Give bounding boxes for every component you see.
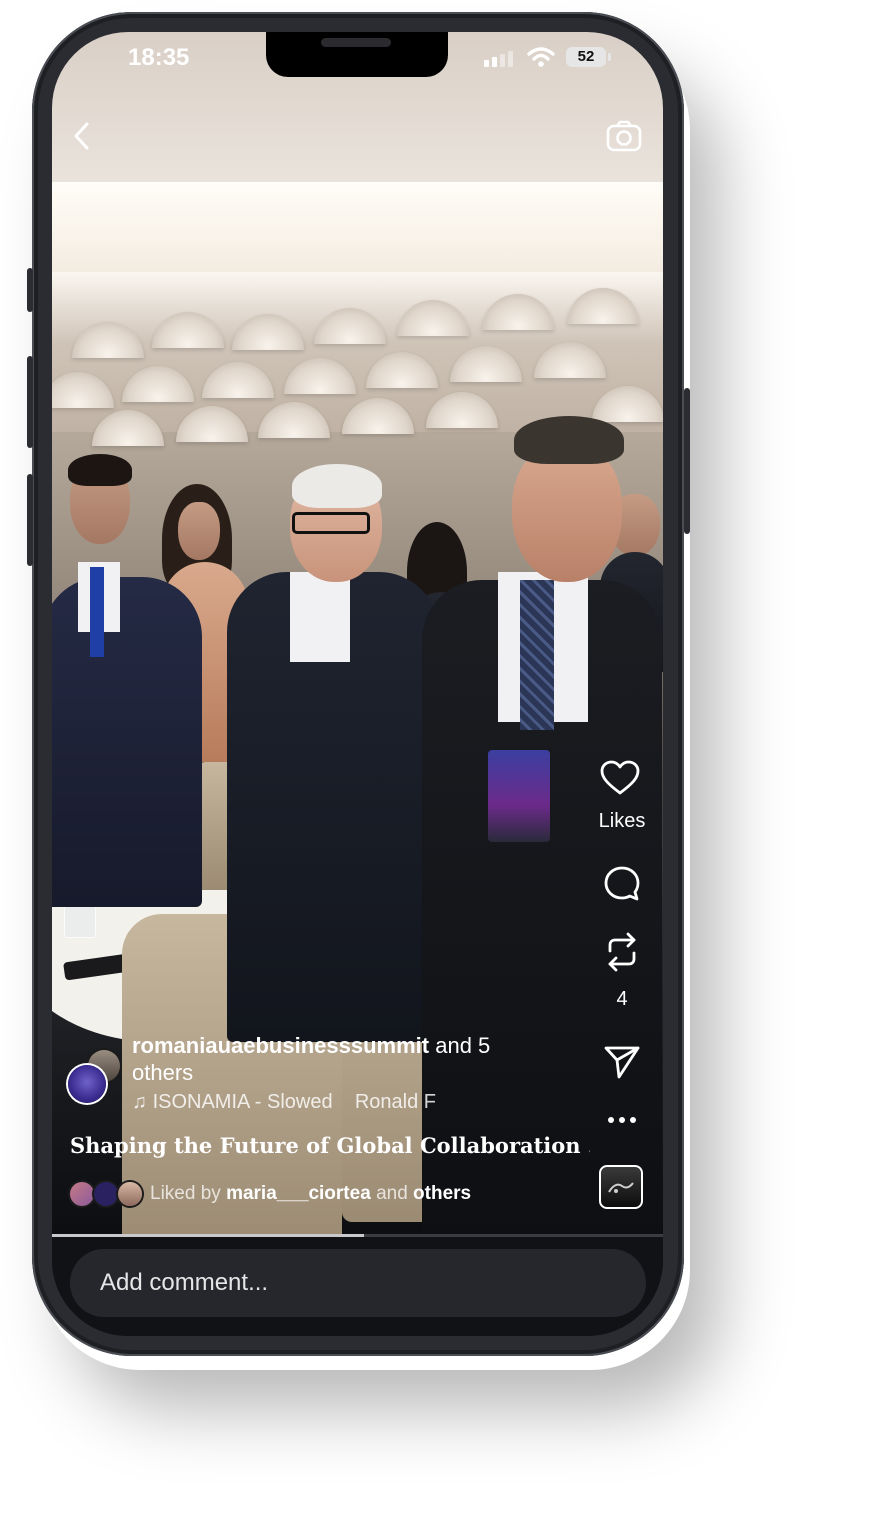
phone-volume-up <box>27 356 33 448</box>
ceiling-dome <box>92 410 164 446</box>
liked-by-text: Liked by maria___ciortea and others <box>150 1183 471 1205</box>
audio-thumbnail-button[interactable] <box>599 1165 643 1209</box>
status-bar: 18:35 52 <box>52 32 663 92</box>
phone-volume-down <box>27 474 33 566</box>
liked-by-row[interactable]: Liked by maria___ciortea and others <box>70 1180 530 1210</box>
likes-label: Likes <box>598 810 646 832</box>
chevron-left-icon <box>74 122 89 150</box>
ceiling-dome <box>567 288 639 324</box>
post-caption[interactable]: Shaping the Future of Global Collaborati… <box>70 1133 590 1158</box>
more-dots-icon <box>608 1117 636 1123</box>
paper-plane-icon <box>604 1046 640 1079</box>
ceiling-dome <box>232 314 304 350</box>
ceiling-dome <box>366 352 438 388</box>
author-username[interactable]: romaniauaebusinesssummit <box>132 1033 429 1058</box>
ceiling-dome <box>450 346 522 382</box>
ceiling-dome <box>258 402 330 438</box>
heart-icon <box>600 760 640 795</box>
ceiling-light-panel <box>52 182 663 272</box>
phone-power-button <box>684 388 690 534</box>
phone-screen: 18:35 52 Likes 4 romaniauaebusinesssummi… <box>52 32 663 1336</box>
ceiling-dome <box>534 342 606 378</box>
ceiling-dome <box>314 308 386 344</box>
repost-icon <box>608 932 636 972</box>
more-options-button[interactable] <box>600 1104 644 1136</box>
ceiling-dome <box>72 322 144 358</box>
ceiling-dome <box>122 366 194 402</box>
music-title: ISONAMIA - Slowed Ronald F <box>152 1091 436 1113</box>
ceiling-dome <box>152 312 224 348</box>
music-line[interactable]: ♫ ISONAMIA - Slowed Ronald F <box>132 1091 452 1114</box>
camera-button[interactable] <box>602 114 646 158</box>
liked-by-and: and <box>376 1183 408 1204</box>
liker-avatar <box>118 1182 142 1206</box>
liker-avatar <box>94 1182 118 1206</box>
wifi-icon <box>527 47 555 67</box>
event-badge <box>488 750 550 842</box>
ceiling-dome <box>397 300 469 336</box>
repost-button[interactable] <box>600 930 644 974</box>
ceiling-dome <box>592 386 663 422</box>
ceiling-dome <box>52 372 114 408</box>
liked-by-others[interactable]: others <box>413 1183 471 1204</box>
repost-count: 4 <box>616 988 628 1010</box>
comment-input[interactable]: Add comment... <box>70 1249 646 1317</box>
share-button[interactable] <box>600 1040 644 1084</box>
comment-bubble-icon <box>604 866 640 901</box>
ceiling-dome <box>284 358 356 394</box>
signal-icon <box>484 51 513 67</box>
ceiling-dome <box>342 398 414 434</box>
back-button[interactable] <box>62 116 102 156</box>
comment-bar: Add comment... <box>52 1237 663 1336</box>
phone-silent-switch <box>27 268 33 312</box>
liked-by-user[interactable]: maria___ciortea <box>226 1183 371 1204</box>
ceiling-dome <box>176 406 248 442</box>
battery-icon: 52 <box>566 47 606 67</box>
status-time: 18:35 <box>128 44 190 71</box>
liked-by-prefix: Liked by <box>150 1183 221 1204</box>
music-note-icon: ♫ <box>132 1091 153 1113</box>
ceiling-dome <box>482 294 554 330</box>
ceiling-dome <box>202 362 274 398</box>
author-avatar[interactable] <box>68 1065 106 1103</box>
author-line[interactable]: romaniauaebusinesssummit and 5 others <box>132 1032 532 1086</box>
audio-cover-icon <box>608 1182 634 1193</box>
like-button[interactable] <box>598 756 642 800</box>
ceiling-dome <box>426 392 498 428</box>
speaker-grille <box>321 38 391 47</box>
liker-avatar <box>70 1182 94 1206</box>
glasses <box>292 512 370 534</box>
camera-icon <box>606 120 642 152</box>
comment-button[interactable] <box>600 862 644 906</box>
battery-tip <box>608 53 611 61</box>
